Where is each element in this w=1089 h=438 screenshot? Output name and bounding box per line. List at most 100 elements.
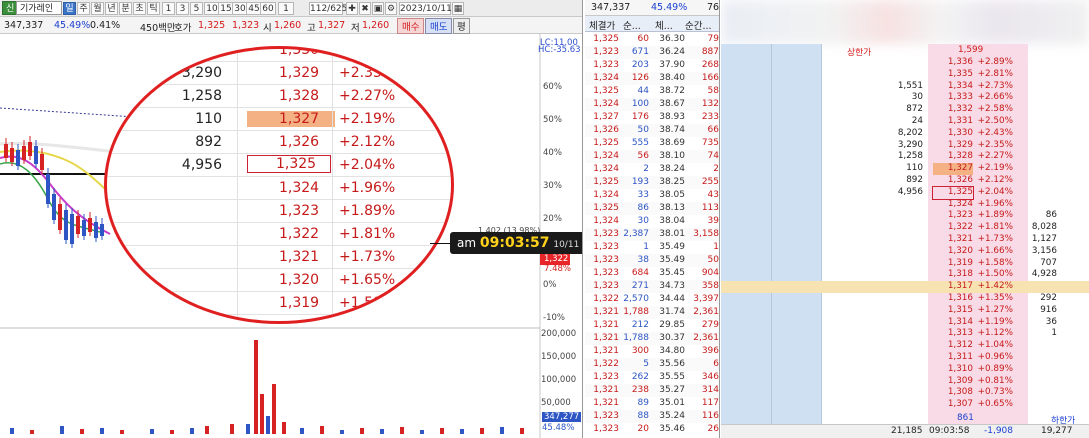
tick-row[interactable]: 1,323 88 35.24 116	[585, 410, 719, 423]
orderbook-row[interactable]: 1,258 1,328 +2.27%	[721, 151, 1089, 163]
col-header-instant[interactable]: 순간...	[685, 18, 712, 32]
orderbook-row[interactable]: 1,315 +1.27% 916	[721, 305, 1089, 317]
tick-cell: 671	[631, 47, 649, 57]
tick-row[interactable]: 1,322 2,570 34.44 3,397	[585, 293, 719, 306]
orderbook-row[interactable]: 1,319 +1.58% 707	[721, 258, 1089, 270]
orderbook-row[interactable]: 1,309 +0.81%	[721, 376, 1089, 388]
orderbook-row[interactable]: 1,323 +1.89% 86	[721, 210, 1089, 222]
sell-button[interactable]: 매도	[425, 18, 453, 34]
tick-row[interactable]: 1,324 100 38.67 132	[585, 98, 719, 111]
period-button-4[interactable]: 분	[119, 2, 132, 15]
tick-row[interactable]: 1,323 262 35.55 346	[585, 371, 719, 384]
tick-row[interactable]: 1,324 33 38.05 43	[585, 189, 719, 202]
period-button-0[interactable]: 일	[63, 2, 76, 15]
chart-pane[interactable]: 신 기가레인 일 주 월 년 분 초 틱 1 3 5 10 15 30 45 60 1 112/625 ✚ ✖…	[0, 0, 583, 438]
orderbook-row[interactable]: 8,202 1,330 +2.43%	[721, 128, 1089, 140]
period-button-8[interactable]: 3	[176, 2, 189, 15]
date-field[interactable]: 2023/10/11	[399, 2, 452, 15]
orderbook-row[interactable]: 24 1,331 +2.50%	[721, 116, 1089, 128]
tick-row[interactable]: 1,323 684 35.45 904	[585, 267, 719, 280]
tick-row[interactable]: 1,326 50 38.74 66	[585, 124, 719, 137]
orderbook-row[interactable]: 1,313 +1.12% 1	[721, 328, 1089, 340]
tick-row[interactable]: 1,325 555 38.69 735	[585, 137, 719, 150]
col-header-strength[interactable]: 체...	[655, 18, 673, 32]
tick-row[interactable]: 1,322 5 35.56 6	[585, 358, 719, 371]
orderbook-row[interactable]: 1,310 +0.89%	[721, 364, 1089, 376]
book-price: 1,328	[947, 151, 973, 162]
tick-row[interactable]: 1,325 193 38.25 255	[585, 176, 719, 189]
bid-qty: 707	[1040, 257, 1057, 268]
tick-cell: 358	[701, 281, 719, 291]
orderbook-row[interactable]: 1,312 +1.04%	[721, 340, 1089, 352]
extra-button[interactable]: 평	[453, 18, 470, 34]
tick-row[interactable]: 1,325 60 36.30 79	[585, 33, 719, 46]
period-button-14[interactable]: 60	[260, 2, 276, 15]
tick-row[interactable]: 1,323 671 36.24 887	[585, 46, 719, 59]
calendar-icon[interactable]: ▦	[452, 2, 464, 15]
col-header-price[interactable]: 체결가	[589, 18, 615, 32]
period-button-9[interactable]: 5	[190, 2, 203, 15]
orderbook-row[interactable]: 1,311 +0.96%	[721, 352, 1089, 364]
orderbook-row[interactable]: 872 1,332 +2.58%	[721, 104, 1089, 116]
col-header-qty[interactable]: 순...	[623, 18, 641, 32]
orderbook-row[interactable]: 1,320 +1.66% 3,156	[721, 246, 1089, 258]
orderbook-row[interactable]: 110 1,327 +2.19%	[721, 163, 1089, 175]
zoom-in-icon[interactable]: ✚	[346, 2, 358, 15]
magnified-pct: +2.12%	[339, 134, 396, 150]
tick-row[interactable]: 1,323 38 35.49 50	[585, 254, 719, 267]
orderbook-row[interactable]: 4,956 1,325 +2.04%	[721, 185, 1089, 200]
orderbook-row[interactable]: 1,318 +1.50% 4,928	[721, 269, 1089, 281]
orderbook-row[interactable]: 1,336 +2.89%	[721, 57, 1089, 69]
orderbook-row[interactable]: 30 1,333 +2.66%	[721, 92, 1089, 104]
tick-row[interactable]: 1,321 300 34.80 396	[585, 345, 719, 358]
orderbook-row[interactable]: 1,322 +1.81% 8,028	[721, 222, 1089, 234]
orderbook-row[interactable]: 1,551 1,334 +2.73%	[721, 81, 1089, 93]
tick-row[interactable]: 1,323 1 35.49 1	[585, 241, 719, 254]
tick-row[interactable]: 1,323 2,387 38.01 3,158	[585, 228, 719, 241]
save-icon[interactable]: ▣	[372, 2, 384, 15]
orderbook-row[interactable]: 1,307 +0.65%	[721, 399, 1089, 411]
orderbook-row[interactable]: 1,316 +1.35% 292	[721, 293, 1089, 305]
period-button-3[interactable]: 년	[105, 2, 118, 15]
tick-row[interactable]: 1,321 238 35.27 314	[585, 384, 719, 397]
settings-icon[interactable]: ⚙	[385, 2, 397, 15]
tick-row[interactable]: 1,324 2 38.24 2	[585, 163, 719, 176]
upper-limit-price: 1,599	[958, 45, 984, 55]
tick-row[interactable]: 1,321 212 29.85 279	[585, 319, 719, 332]
period-button-5[interactable]: 초	[133, 2, 146, 15]
period-button-2[interactable]: 월	[91, 2, 104, 15]
volume-bar	[170, 430, 174, 434]
orderbook-row[interactable]: 1,317 +1.42%	[721, 281, 1089, 293]
orderbook-pane[interactable]: 상한가 1,599 1,336 +2.89% 1,335 +2.81% 1,551 1,3…	[721, 0, 1089, 438]
tick-row[interactable]: 1,321 1,788 31.74 2,361	[585, 306, 719, 319]
tooltip-pointer	[430, 243, 450, 244]
orderbook-row[interactable]: 892 1,326 +2.12%	[721, 175, 1089, 187]
tick-row[interactable]: 1,321 89 35.01 117	[585, 397, 719, 410]
buy-button[interactable]: 매수	[397, 18, 425, 34]
tick-row[interactable]: 1,325 86 38.13 113	[585, 202, 719, 215]
tick-pane[interactable]: 347,337 45.49% 76 체결가 순... 체... 순간... 1,…	[585, 0, 720, 438]
tick-row[interactable]: 1,324 30 38.04 39	[585, 215, 719, 228]
orderbook-row[interactable]: 1,335 +2.81%	[721, 69, 1089, 81]
orderbook-row[interactable]: 1,321 +1.73% 1,127	[721, 234, 1089, 246]
tick-row[interactable]: 1,324 56 38.10 74	[585, 150, 719, 163]
tick-row[interactable]: 1,323 20 35.46 26	[585, 423, 719, 436]
tick-row[interactable]: 1,323 271 34.73 358	[585, 280, 719, 293]
orderbook-row[interactable]: 1,314 +1.19% 36	[721, 317, 1089, 329]
orderbook-row[interactable]: 3,290 1,329 +2.35%	[721, 140, 1089, 152]
period-button-15[interactable]: 1	[278, 2, 294, 15]
tick-row[interactable]: 1,321 1,788 30.37 2,361	[585, 332, 719, 345]
tick-row[interactable]: 1,327 176 38.93 233	[585, 111, 719, 124]
period-button-7[interactable]: 1	[162, 2, 175, 15]
tick-cell: 116	[701, 411, 719, 421]
tick-row[interactable]: 1,325 44 38.72 58	[585, 85, 719, 98]
tick-row[interactable]: 1,323 203 37.90 268	[585, 59, 719, 72]
orderbook-row[interactable]: 1,308 +0.73%	[721, 387, 1089, 399]
orderbook-row[interactable]: 1,324 +1.96%	[721, 199, 1089, 211]
tick-row[interactable]: 1,324 126 38.40 166	[585, 72, 719, 85]
zoom-out-icon[interactable]: ✖	[359, 2, 371, 15]
period-button-6[interactable]: 틱	[147, 2, 160, 15]
stock-name-field[interactable]: 기가레인	[16, 1, 62, 15]
book-pct: +2.27%	[977, 151, 1013, 162]
period-button-1[interactable]: 주	[77, 2, 90, 15]
